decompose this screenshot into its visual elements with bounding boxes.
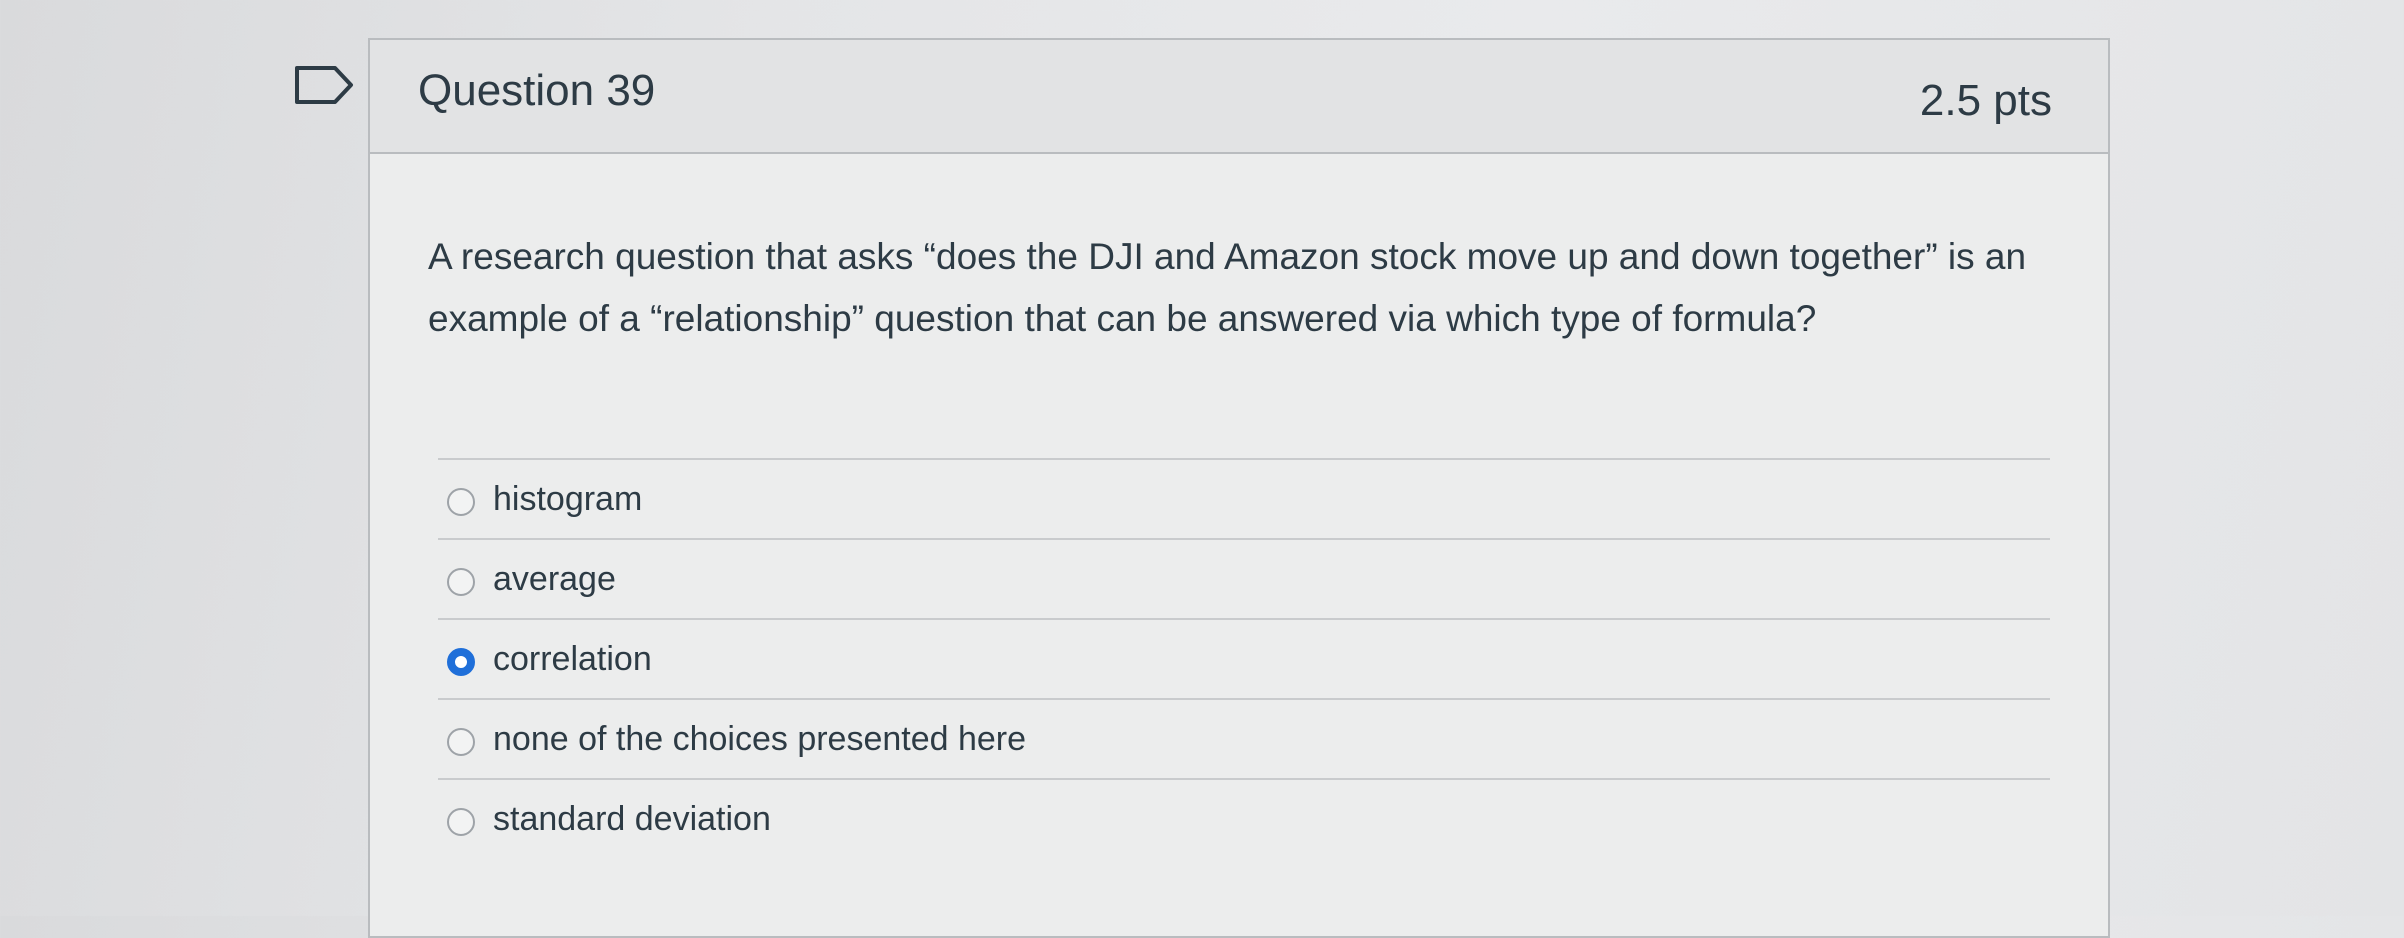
answer-label[interactable]: histogram	[493, 480, 642, 519]
question-card: Question 39 2.5 pts A research question …	[368, 38, 2110, 938]
answer-label[interactable]: none of the choices presented here	[493, 720, 1026, 759]
flag-question-icon[interactable]	[293, 64, 355, 106]
answer-option[interactable]: histogram	[438, 458, 2050, 538]
question-header: Question 39 2.5 pts	[370, 40, 2108, 154]
answer-label[interactable]: standard deviation	[493, 800, 771, 839]
answer-option[interactable]: average	[438, 538, 2050, 618]
radio-button[interactable]	[447, 728, 475, 756]
question-text: A research question that asks “does the …	[428, 236, 2027, 339]
radio-button[interactable]	[447, 488, 475, 516]
answer-list: histogram average correlation none of th…	[438, 458, 2050, 858]
question-title: Question 39	[418, 66, 656, 115]
radio-button-selected[interactable]	[447, 648, 475, 676]
answer-label[interactable]: average	[493, 560, 616, 599]
answer-option[interactable]: none of the choices presented here	[438, 698, 2050, 778]
radio-button[interactable]	[447, 808, 475, 836]
answer-label[interactable]: correlation	[493, 640, 652, 679]
answer-option[interactable]: standard deviation	[438, 778, 2050, 858]
question-points: 2.5 pts	[1919, 76, 2052, 125]
answer-option[interactable]: correlation	[438, 618, 2050, 698]
radio-button[interactable]	[447, 568, 475, 596]
